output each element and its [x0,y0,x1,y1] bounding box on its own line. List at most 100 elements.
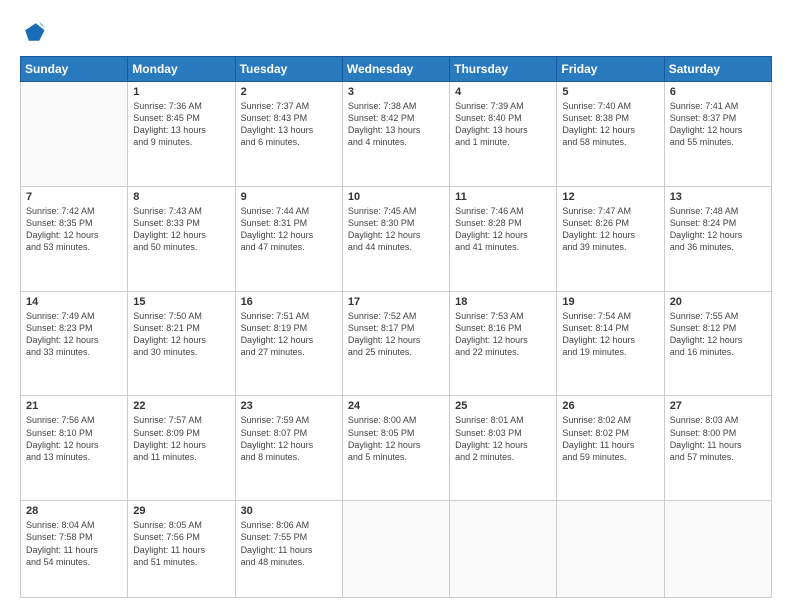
day-info: Sunrise: 7:42 AMSunset: 8:35 PMDaylight:… [26,205,122,254]
calendar-week-row: 28 Sunrise: 8:04 AMSunset: 7:58 PMDayligh… [21,501,772,598]
calendar-week-row: 21 Sunrise: 7:56 AMSunset: 8:10 PMDayligh… [21,396,772,501]
day-number: 30 [241,505,337,517]
calendar-cell: 16 Sunrise: 7:51 AMSunset: 8:19 PMDayligh… [235,291,342,396]
day-info: Sunrise: 7:48 AMSunset: 8:24 PMDaylight:… [670,205,766,254]
day-info: Sunrise: 8:06 AMSunset: 7:55 PMDaylight:… [241,519,337,568]
day-number: 7 [26,191,122,203]
calendar-cell [450,501,557,598]
weekday-header-monday: Monday [128,57,235,82]
day-number: 19 [562,296,658,308]
calendar-cell: 29 Sunrise: 8:05 AMSunset: 7:56 PMDayligh… [128,501,235,598]
weekday-header-saturday: Saturday [664,57,771,82]
calendar-cell: 20 Sunrise: 7:55 AMSunset: 8:12 PMDayligh… [664,291,771,396]
day-info: Sunrise: 8:04 AMSunset: 7:58 PMDaylight:… [26,519,122,568]
calendar-cell: 8 Sunrise: 7:43 AMSunset: 8:33 PMDaylight… [128,186,235,291]
day-info: Sunrise: 8:02 AMSunset: 8:02 PMDaylight:… [562,414,658,463]
day-number: 3 [348,86,444,98]
day-info: Sunrise: 8:00 AMSunset: 8:05 PMDaylight:… [348,414,444,463]
day-number: 28 [26,505,122,517]
day-info: Sunrise: 7:53 AMSunset: 8:16 PMDaylight:… [455,310,551,359]
calendar-cell: 6 Sunrise: 7:41 AMSunset: 8:37 PMDaylight… [664,82,771,187]
day-info: Sunrise: 7:37 AMSunset: 8:43 PMDaylight:… [241,100,337,149]
day-number: 2 [241,86,337,98]
calendar-cell: 26 Sunrise: 8:02 AMSunset: 8:02 PMDayligh… [557,396,664,501]
calendar-cell: 1 Sunrise: 7:36 AMSunset: 8:45 PMDaylight… [128,82,235,187]
calendar-week-row: 14Sunrise: 7:49 AMSunset: 8:23 PMDayligh… [21,291,772,396]
day-number: 20 [670,296,766,308]
calendar-cell: 28 Sunrise: 8:04 AMSunset: 7:58 PMDayligh… [21,501,128,598]
day-number: 5 [562,86,658,98]
calendar-cell: 7 Sunrise: 7:42 AMSunset: 8:35 PMDaylight… [21,186,128,291]
calendar-cell: 9 Sunrise: 7:44 AMSunset: 8:31 PMDaylight… [235,186,342,291]
calendar-cell: 27Sunrise: 8:03 AMSunset: 8:00 PMDayligh… [664,396,771,501]
day-info: Sunrise: 7:52 AMSunset: 8:17 PMDaylight:… [348,310,444,359]
calendar-cell: 19Sunrise: 7:54 AMSunset: 8:14 PMDayligh… [557,291,664,396]
day-info: Sunrise: 7:47 AMSunset: 8:26 PMDaylight:… [562,205,658,254]
day-number: 6 [670,86,766,98]
day-info: Sunrise: 7:44 AMSunset: 8:31 PMDaylight:… [241,205,337,254]
calendar-cell: 13 Sunrise: 7:48 AMSunset: 8:24 PMDayligh… [664,186,771,291]
day-number: 25 [455,400,551,412]
day-number: 26 [562,400,658,412]
day-number: 22 [133,400,229,412]
day-number: 11 [455,191,551,203]
day-number: 9 [241,191,337,203]
day-number: 10 [348,191,444,203]
calendar-week-row: 7 Sunrise: 7:42 AMSunset: 8:35 PMDaylight… [21,186,772,291]
day-info: Sunrise: 7:45 AMSunset: 8:30 PMDaylight:… [348,205,444,254]
day-info: Sunrise: 7:46 AMSunset: 8:28 PMDaylight:… [455,205,551,254]
calendar-cell [21,82,128,187]
day-number: 17 [348,296,444,308]
day-info: Sunrise: 7:49 AMSunset: 8:23 PMDaylight:… [26,310,122,359]
calendar-cell: 25Sunrise: 8:01 AMSunset: 8:03 PMDayligh… [450,396,557,501]
day-number: 16 [241,296,337,308]
weekday-header-tuesday: Tuesday [235,57,342,82]
weekday-header-friday: Friday [557,57,664,82]
calendar-cell: 21 Sunrise: 7:56 AMSunset: 8:10 PMDayligh… [21,396,128,501]
day-info: Sunrise: 7:38 AMSunset: 8:42 PMDaylight:… [348,100,444,149]
calendar-cell: 10 Sunrise: 7:45 AMSunset: 8:30 PMDayligh… [342,186,449,291]
calendar-cell: 22Sunrise: 7:57 AMSunset: 8:09 PMDayligh… [128,396,235,501]
day-info: Sunrise: 7:39 AMSunset: 8:40 PMDaylight:… [455,100,551,149]
calendar-cell [664,501,771,598]
day-info: Sunrise: 7:43 AMSunset: 8:33 PMDaylight:… [133,205,229,254]
day-info: Sunrise: 7:41 AMSunset: 8:37 PMDaylight:… [670,100,766,149]
weekday-header-sunday: Sunday [21,57,128,82]
calendar-cell: 15 Sunrise: 7:50 AMSunset: 8:21 PMDayligh… [128,291,235,396]
calendar-cell: 11 Sunrise: 7:46 AMSunset: 8:28 PMDayligh… [450,186,557,291]
calendar-cell [557,501,664,598]
calendar-cell: 3 Sunrise: 7:38 AMSunset: 8:42 PMDaylight… [342,82,449,187]
day-info: Sunrise: 8:05 AMSunset: 7:56 PMDaylight:… [133,519,229,568]
calendar-cell: 23Sunrise: 7:59 AMSunset: 8:07 PMDayligh… [235,396,342,501]
calendar-cell: 2 Sunrise: 7:37 AMSunset: 8:43 PMDaylight… [235,82,342,187]
day-info: Sunrise: 7:50 AMSunset: 8:21 PMDaylight:… [133,310,229,359]
day-number: 29 [133,505,229,517]
day-number: 1 [133,86,229,98]
day-number: 18 [455,296,551,308]
calendar-week-row: 1 Sunrise: 7:36 AMSunset: 8:45 PMDaylight… [21,82,772,187]
calendar-cell: 17 Sunrise: 7:52 AMSunset: 8:17 PMDayligh… [342,291,449,396]
day-number: 8 [133,191,229,203]
page: SundayMondayTuesdayWednesdayThursdayFrid… [0,0,792,612]
day-info: Sunrise: 7:36 AMSunset: 8:45 PMDaylight:… [133,100,229,149]
day-number: 15 [133,296,229,308]
day-number: 21 [26,400,122,412]
weekday-header-row: SundayMondayTuesdayWednesdayThursdayFrid… [21,57,772,82]
day-info: Sunrise: 7:51 AMSunset: 8:19 PMDaylight:… [241,310,337,359]
day-number: 24 [348,400,444,412]
day-info: Sunrise: 7:55 AMSunset: 8:12 PMDaylight:… [670,310,766,359]
header [20,18,772,46]
day-info: Sunrise: 7:56 AMSunset: 8:10 PMDaylight:… [26,414,122,463]
weekday-header-thursday: Thursday [450,57,557,82]
calendar-cell: 14Sunrise: 7:49 AMSunset: 8:23 PMDayligh… [21,291,128,396]
day-number: 13 [670,191,766,203]
calendar-cell: 5 Sunrise: 7:40 AMSunset: 8:38 PMDaylight… [557,82,664,187]
calendar-table: SundayMondayTuesdayWednesdayThursdayFrid… [20,56,772,598]
day-info: Sunrise: 8:03 AMSunset: 8:00 PMDaylight:… [670,414,766,463]
logo-icon [20,18,48,46]
calendar-cell [342,501,449,598]
day-info: Sunrise: 7:59 AMSunset: 8:07 PMDaylight:… [241,414,337,463]
day-number: 4 [455,86,551,98]
day-info: Sunrise: 7:40 AMSunset: 8:38 PMDaylight:… [562,100,658,149]
logo [20,18,50,46]
